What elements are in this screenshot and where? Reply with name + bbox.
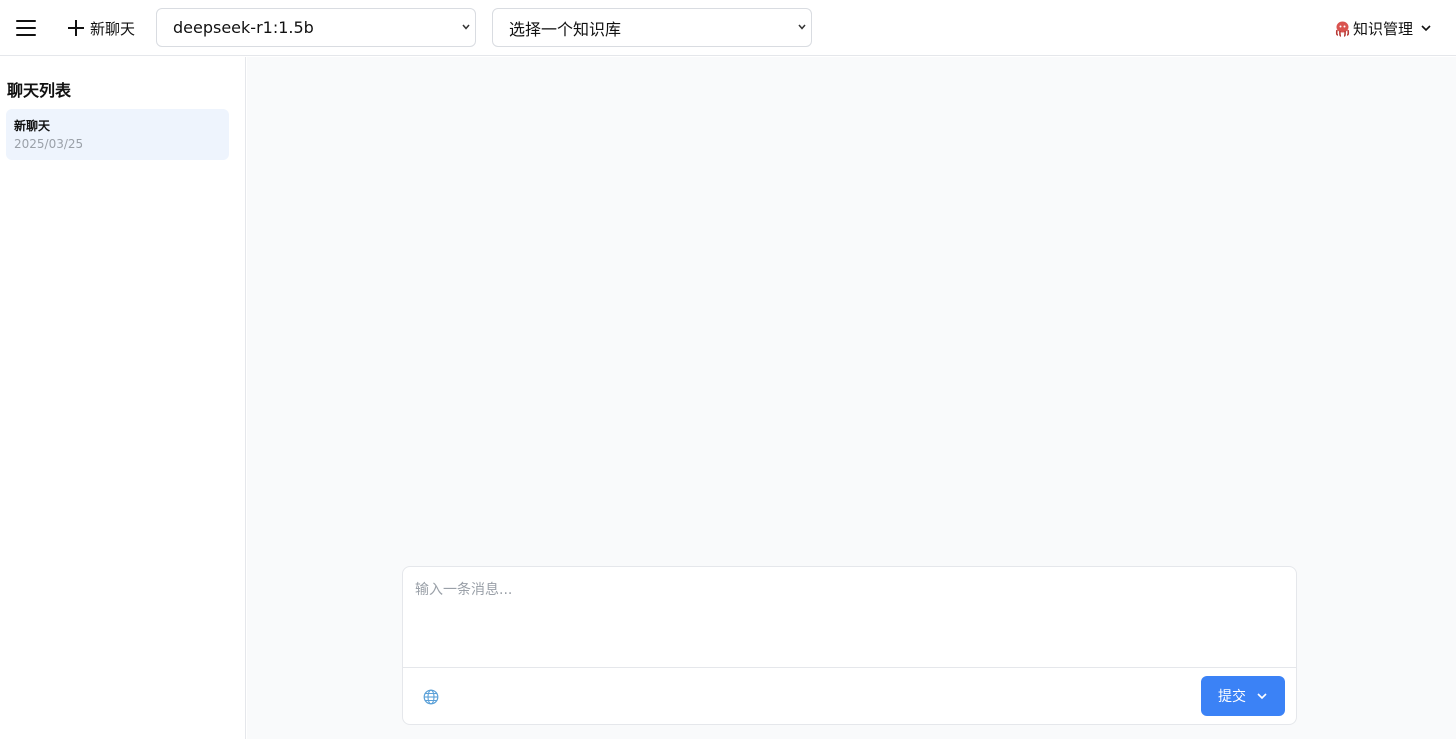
chevron-down-icon: [1257, 693, 1267, 700]
sidebar-title: 聊天列表: [7, 81, 72, 100]
chat-list-item[interactable]: 新聊天 2025/03/25: [6, 109, 229, 160]
knowledge-base-select[interactable]: 选择一个知识库: [492, 8, 812, 47]
chat-item-title: 新聊天: [14, 119, 51, 133]
new-chat-button[interactable]: 新聊天: [62, 12, 141, 44]
message-composer: 提交: [402, 566, 1297, 725]
chevron-down-icon: [1421, 25, 1431, 32]
web-search-toggle[interactable]: [421, 687, 441, 707]
hamburger-menu-button[interactable]: [10, 12, 42, 44]
chevron-down-icon: [798, 24, 806, 30]
knowledge-base-select-value: 选择一个知识库: [509, 19, 622, 39]
model-select[interactable]: deepseek-r1:1.5b: [156, 8, 476, 47]
submit-button[interactable]: 提交: [1201, 676, 1285, 716]
chat-main-area: 提交: [247, 57, 1456, 739]
submit-label: 提交: [1218, 689, 1246, 705]
composer-divider: [403, 667, 1296, 668]
globe-icon: [423, 689, 439, 705]
chevron-down-icon: [462, 24, 470, 30]
octopus-icon: [1335, 21, 1350, 37]
new-chat-label: 新聊天: [90, 19, 136, 38]
message-input[interactable]: [403, 567, 1296, 667]
chat-item-date: 2025/03/25: [14, 137, 84, 151]
plus-icon: [68, 20, 84, 36]
chat-list-sidebar: 聊天列表 新聊天 2025/03/25: [0, 57, 246, 739]
model-select-value: deepseek-r1:1.5b: [173, 18, 314, 37]
top-bar: 新聊天 deepseek-r1:1.5b 选择一个知识库 知识管理: [0, 0, 1456, 56]
knowledge-management-label: 知识管理: [1353, 19, 1414, 38]
knowledge-management-menu[interactable]: 知识管理: [1334, 14, 1433, 42]
hamburger-icon: [16, 20, 36, 36]
